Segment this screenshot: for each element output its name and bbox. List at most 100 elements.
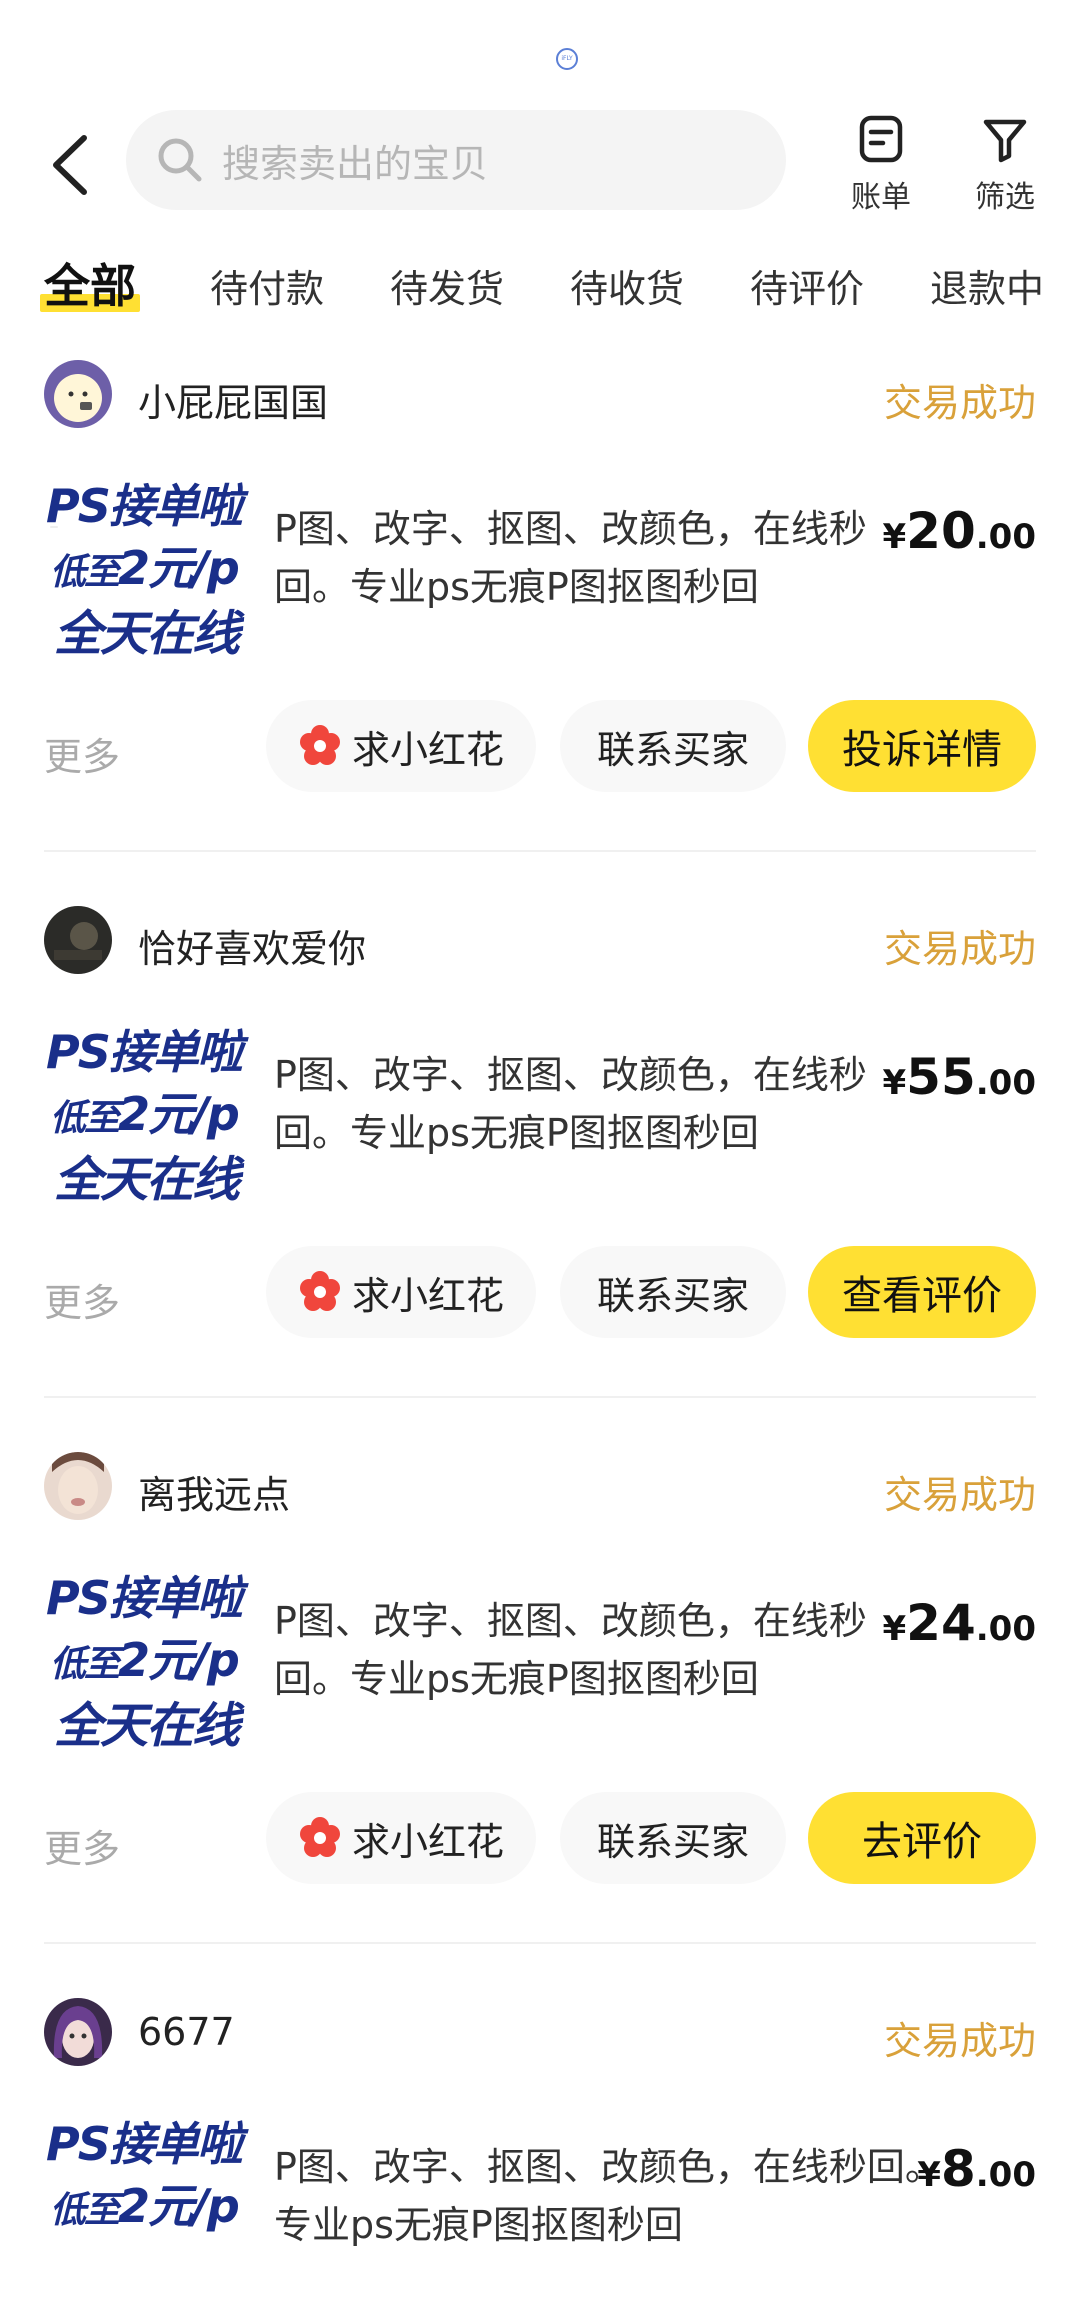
tab-pending-payment[interactable]: 待付款 <box>210 258 324 313</box>
flower-icon <box>299 725 340 765</box>
order-tabs: 全部 待付款 待发货 待收货 待评价 退款中 <box>0 250 1080 320</box>
search-input[interactable]: 搜索卖出的宝贝 <box>126 110 786 210</box>
order-card[interactable]: 6677 交易成功 PS接单啦 低至2元/p P图、改字、抠图、改颜色，在线秒回… <box>0 1998 1080 2298</box>
status-badge: 交易成功 <box>883 2019 1036 2063</box>
thumb-line2: 低至2元/p <box>50 1078 240 1144</box>
thumb-line1: PS接单啦 <box>46 1025 243 1079</box>
request-flower-label: 求小红花 <box>351 727 504 772</box>
order-card[interactable]: 小屁屁国国 交易成功 PS接单啦 低至2元/p 全天在线 P图、改字、抠图、改颜… <box>0 360 1080 860</box>
tab-label: 待评价 <box>750 267 865 311</box>
price-integer: 55 <box>906 1048 976 1106</box>
search-placeholder: 搜索卖出的宝贝 <box>222 141 489 186</box>
thumb-line2-prefix: 低至 <box>50 1098 120 1139</box>
goods-thumbnail[interactable]: PS接单啦 低至2元/p 全天在线 <box>44 1016 250 1208</box>
more-button[interactable]: 更多 <box>44 1272 120 1327</box>
thumb-line2-prefix: 低至 <box>50 2190 120 2231</box>
back-button[interactable] <box>44 130 100 200</box>
thumb-line2-prefix: 低至 <box>50 552 120 593</box>
request-flower-button[interactable]: 求小红花 <box>266 1792 536 1884</box>
tab-pending-shipment[interactable]: 待发货 <box>390 258 504 313</box>
goods-thumbnail[interactable]: PS接单啦 低至2元/p <box>44 2108 250 2298</box>
tab-label: 待收货 <box>570 267 685 311</box>
tab-label: 待发货 <box>390 267 505 311</box>
thumb-line2-main: 2元/p <box>118 1633 240 1687</box>
tab-pending-review[interactable]: 待评价 <box>750 258 864 313</box>
primary-action-label: 去评价 <box>862 1819 982 1865</box>
tab-label: 待付款 <box>210 267 325 311</box>
thumb-line2-prefix: 低至 <box>50 1644 120 1685</box>
write-review-button[interactable]: 去评价 <box>808 1792 1036 1884</box>
avatar[interactable] <box>44 906 112 974</box>
goods-description: P图、改字、抠图、改颜色，在线秒回。专业ps无痕P图抠图秒回 <box>274 2145 943 2247</box>
thumb-line3: 全天在线 <box>54 606 240 662</box>
price-decimal: .00 <box>975 2155 1036 2195</box>
price-currency: ¥ <box>917 2155 941 2195</box>
order-actions: 更多 求小红花 联系买家 去评价 <box>44 1792 1036 1886</box>
price-integer: 20 <box>906 502 976 560</box>
order-card[interactable]: 离我远点 交易成功 PS接单啦 低至2元/p 全天在线 P图、改字、抠图、改颜色… <box>0 1452 1080 1952</box>
buyer-name[interactable]: 恰好喜欢爱你 <box>138 918 366 973</box>
goods-description: P图、改字、抠图、改颜色，在线秒回。专业ps无痕P图抠图秒回 <box>274 1053 867 1155</box>
goods-item[interactable]: PS接单啦 低至2元/p 全天在线 P图、改字、抠图、改颜色，在线秒回。专业ps… <box>44 1016 1036 1208</box>
price: ¥20.00 <box>883 502 1037 560</box>
order-actions: 更多 求小红花 联系买家 查看评价 <box>44 1246 1036 1340</box>
buyer-row: 恰好喜欢爱你 交易成功 <box>44 906 1036 976</box>
filter-label: 筛选 <box>975 180 1035 215</box>
price-currency: ¥ <box>882 517 907 557</box>
goods-item[interactable]: PS接单啦 低至2元/p 全天在线 P图、改字、抠图、改颜色，在线秒回。专业ps… <box>44 1562 1036 1754</box>
avatar[interactable] <box>44 360 112 428</box>
filter-button[interactable]: 筛选 <box>950 114 1060 216</box>
flower-icon <box>299 1817 340 1857</box>
tab-label: 退款中 <box>930 267 1045 311</box>
contact-buyer-button[interactable]: 联系买家 <box>560 1792 786 1884</box>
tab-all[interactable]: 全部 <box>40 250 140 316</box>
order-actions: 更多 求小红花 联系买家 投诉详情 <box>44 700 1036 794</box>
buyer-name[interactable]: 离我远点 <box>138 1464 290 1519</box>
buyer-row: 离我远点 交易成功 <box>44 1452 1036 1522</box>
price-decimal: .00 <box>975 1063 1036 1103</box>
goods-item[interactable]: PS接单啦 低至2元/p 全天在线 P图、改字、抠图、改颜色，在线秒回。专业ps… <box>44 470 1037 662</box>
goods-thumbnail[interactable]: PS接单啦 低至2元/p 全天在线 <box>44 1562 250 1754</box>
goods-thumbnail[interactable]: PS接单啦 低至2元/p 全天在线 <box>44 470 250 662</box>
buyer-row: 6677 交易成功 <box>44 1998 1036 2068</box>
thumb-line2: 低至2元/p <box>50 1624 240 1690</box>
buyer-row: 小屁屁国国 交易成功 <box>44 360 1036 430</box>
thumb-tag <box>50 526 58 528</box>
primary-action-label: 投诉详情 <box>842 727 1002 773</box>
request-flower-button[interactable]: 求小红花 <box>266 700 536 792</box>
thumb-line3: 全天在线 <box>54 1698 240 1754</box>
avatar-image <box>44 1452 112 1520</box>
complaint-details-button[interactable]: 投诉详情 <box>808 700 1036 792</box>
status-indicator-text: iFLY <box>561 55 573 62</box>
status-badge: 交易成功 <box>883 1473 1036 1517</box>
order-card[interactable]: 恰好喜欢爱你 交易成功 PS接单啦 低至2元/p 全天在线 P图、改字、抠图、改… <box>0 906 1080 1406</box>
bill-label: 账单 <box>851 180 911 215</box>
thumb-line2-main: 2元/p <box>118 1087 240 1141</box>
contact-buyer-button[interactable]: 联系买家 <box>560 700 786 792</box>
thumb-line1: PS接单啦 <box>46 479 243 533</box>
price-decimal: .00 <box>975 1609 1036 1649</box>
price-integer: 24 <box>906 1594 976 1652</box>
thumb-line2: 低至2元/p <box>50 2170 240 2236</box>
buyer-name[interactable]: 小屁屁国国 <box>138 372 328 427</box>
contact-buyer-label: 联系买家 <box>596 727 749 772</box>
divider <box>44 1396 1036 1398</box>
bill-button[interactable]: 账单 <box>826 114 936 216</box>
buyer-name[interactable]: 6677 <box>138 2010 235 2054</box>
more-button[interactable]: 更多 <box>44 1818 120 1873</box>
divider <box>44 1942 1036 1944</box>
view-review-button[interactable]: 查看评价 <box>808 1246 1036 1338</box>
avatar-image <box>44 906 112 974</box>
avatar-image <box>44 360 112 428</box>
request-flower-label: 求小红花 <box>351 1273 504 1318</box>
contact-buyer-button[interactable]: 联系买家 <box>560 1246 786 1338</box>
header: 搜索卖出的宝贝 账单 筛选 <box>0 108 1080 220</box>
request-flower-button[interactable]: 求小红花 <box>266 1246 536 1338</box>
avatar[interactable] <box>44 1998 112 2066</box>
goods-item[interactable]: PS接单啦 低至2元/p P图、改字、抠图、改颜色，在线秒回。专业ps无痕P图抠… <box>44 2108 1036 2298</box>
avatar[interactable] <box>44 1452 112 1520</box>
more-button[interactable]: 更多 <box>44 726 120 781</box>
thumb-line2: 低至2元/p <box>50 532 240 598</box>
tab-refunding[interactable]: 退款中 <box>930 258 1044 313</box>
tab-pending-receipt[interactable]: 待收货 <box>570 258 684 313</box>
